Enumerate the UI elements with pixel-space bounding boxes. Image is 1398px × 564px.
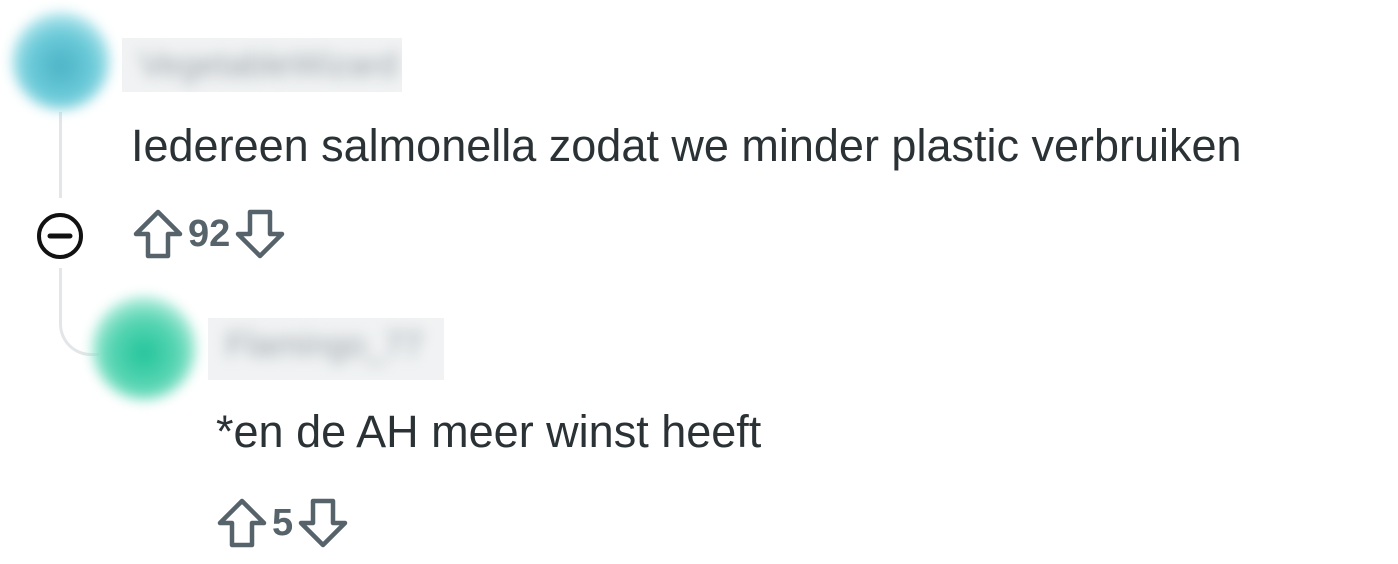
avatar[interactable] [12,12,110,110]
username-text: Flamingo_77 [226,326,423,364]
arrow-up-icon [217,498,267,548]
arrow-down-icon [236,209,285,259]
upvote-button[interactable] [130,206,186,262]
avatar[interactable] [92,296,196,400]
upvote-button[interactable] [214,495,270,551]
vote-bar: 92 [130,204,288,264]
username[interactable]: VegetableWizard [122,38,402,92]
comment-body: Iedereen salmonella zodat we minder plas… [131,120,1242,171]
comment-body: *en de AH meer winst heeft [216,406,762,457]
circle-minus-icon [37,213,83,259]
collapse-thread-button[interactable] [34,210,86,262]
username[interactable]: Flamingo_77 [208,318,444,380]
arrow-up-icon [133,209,183,259]
arrow-down-icon [298,498,348,548]
username-text: VegetableWizard [140,46,398,84]
downvote-button[interactable] [232,206,288,262]
score: 5 [272,501,294,544]
downvote-button[interactable] [295,495,351,551]
score: 92 [188,212,231,255]
thread-line [59,112,62,198]
vote-bar: 5 [214,494,351,552]
